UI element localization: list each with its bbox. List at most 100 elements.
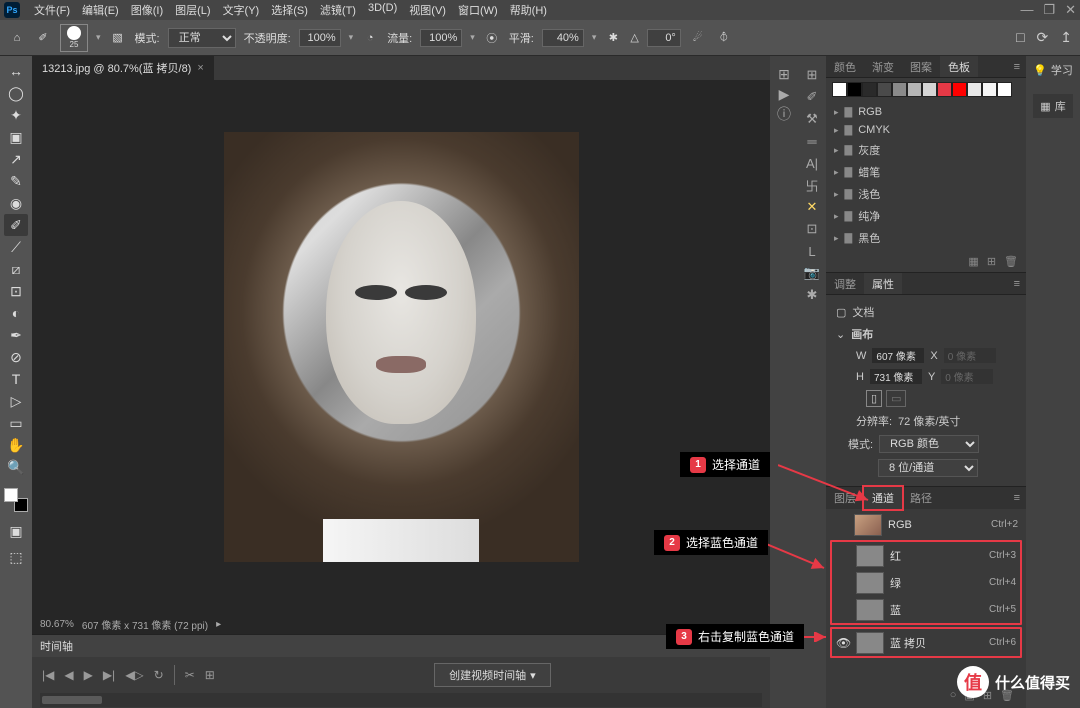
swatch-7[interactable] — [937, 82, 952, 97]
menu-编辑(E)[interactable]: 编辑(E) — [76, 0, 125, 20]
channel-绿[interactable]: 绿Ctrl+4 — [832, 569, 1020, 596]
color-tab-颜色[interactable]: 颜色 — [826, 56, 864, 77]
trash-icon[interactable]: 🗑 — [1004, 255, 1018, 268]
minimize-button[interactable]: — — [1020, 2, 1033, 18]
color-swatch[interactable] — [4, 488, 28, 512]
tl-ctrl-2[interactable]: ▶ — [84, 668, 93, 682]
swatch-11[interactable] — [997, 82, 1012, 97]
color-folder-灰度[interactable]: ▸▇灰度 — [832, 139, 1020, 161]
channel-蓝[interactable]: 蓝Ctrl+5 — [832, 596, 1020, 623]
tool-1[interactable]: ◯ — [4, 82, 28, 104]
tool-10[interactable]: ⊡ — [4, 280, 28, 302]
color-folder-黑色[interactable]: ▸▇黑色 — [832, 227, 1020, 249]
create-timeline-button[interactable]: 创建视频时间轴▾ — [434, 663, 551, 687]
tool-16[interactable]: ▭ — [4, 412, 28, 434]
tool-2[interactable]: ✦ — [4, 104, 28, 126]
home-icon[interactable]: ⌂ — [8, 29, 26, 47]
swatch-8[interactable] — [952, 82, 967, 97]
tl-ctrl-0[interactable]: |◀ — [42, 668, 54, 682]
tool-18[interactable]: 🔍 — [4, 456, 28, 478]
share-icon[interactable]: ↥ — [1060, 29, 1072, 46]
mtool-0[interactable]: ⊞ — [774, 64, 794, 84]
menu-滤镜(T)[interactable]: 滤镜(T) — [314, 0, 362, 20]
color-folder-浅色[interactable]: ▸▇浅色 — [832, 183, 1020, 205]
quickmask-icon[interactable]: ▣ — [4, 520, 28, 542]
layers-tab[interactable]: 图层 — [826, 487, 864, 509]
height-input[interactable] — [870, 369, 922, 384]
swatch-1[interactable] — [847, 82, 862, 97]
stool-8[interactable]: L — [801, 240, 823, 262]
brush-tool-icon[interactable]: ✐ — [34, 29, 52, 47]
stool-5[interactable]: 卐 — [801, 174, 823, 196]
menu-图层(L)[interactable]: 图层(L) — [169, 0, 216, 20]
ch-circle-icon[interactable]: ○ — [950, 689, 957, 702]
swatch-2[interactable] — [862, 82, 877, 97]
stool-3[interactable]: ═ — [801, 130, 823, 152]
color-tab-渐变[interactable]: 渐变 — [864, 56, 902, 77]
channel-blue-copy[interactable]: 👁蓝 拷贝Ctrl+6 — [832, 629, 1020, 656]
stool-4[interactable]: A| — [801, 152, 823, 174]
flow-input[interactable] — [420, 29, 462, 47]
color-folder-CMYK[interactable]: ▸▇CMYK — [832, 121, 1020, 139]
tool-9[interactable]: ⧄ — [4, 258, 28, 280]
tool-7[interactable]: ✐ — [4, 214, 28, 236]
doc-info[interactable]: 607 像素 x 731 像素 (72 ppi) — [82, 617, 208, 632]
zoom-level[interactable]: 80.67% — [40, 619, 74, 630]
menu-帮助(H)[interactable]: 帮助(H) — [504, 0, 553, 20]
tool-8[interactable]: ⟋ — [4, 236, 28, 258]
swatch-0[interactable] — [832, 82, 847, 97]
workspace-icon[interactable]: ⟳ — [1037, 29, 1049, 46]
tl-ctrl-1[interactable]: ◀ — [64, 668, 73, 682]
canvas-collapse-icon[interactable]: ⌄ — [836, 328, 845, 341]
stool-2[interactable]: ⚒ — [801, 108, 823, 130]
swatch-5[interactable] — [907, 82, 922, 97]
width-input[interactable] — [872, 348, 924, 363]
menu-窗口(W)[interactable]: 窗口(W) — [452, 0, 504, 20]
learn-button[interactable]: 💡学习 — [1033, 62, 1073, 78]
info-arrow-icon[interactable]: ▸ — [216, 619, 221, 630]
stool-6[interactable]: ✕ — [801, 196, 823, 218]
tool-0[interactable]: ↔ — [4, 60, 28, 82]
landscape-icon[interactable]: ▭ — [886, 390, 906, 407]
swatch-4[interactable] — [892, 82, 907, 97]
tool-11[interactable]: ◐ — [4, 302, 28, 324]
swatch-6[interactable] — [922, 82, 937, 97]
stool-1[interactable]: ✐ — [801, 86, 823, 108]
colormode-select[interactable]: RGB 颜色 — [879, 435, 979, 453]
properties-tab[interactable]: 属性 — [864, 273, 902, 294]
color-folder-纯净[interactable]: ▸▇纯净 — [832, 205, 1020, 227]
smooth-input[interactable] — [542, 29, 584, 47]
stool-10[interactable]: ✱ — [801, 284, 823, 306]
stool-0[interactable]: ⊞ — [801, 64, 823, 86]
close-button[interactable]: ✕ — [1065, 2, 1076, 18]
airbrush-icon[interactable]: ⦿ — [483, 29, 501, 47]
angle-input[interactable] — [647, 29, 681, 47]
color-tab-色板[interactable]: 色板 — [940, 56, 978, 77]
scissors-icon[interactable]: ✂ — [185, 668, 195, 682]
symmetry-icon[interactable]: ⦽ — [715, 29, 733, 47]
tool-5[interactable]: ✎ — [4, 170, 28, 192]
folder-icon[interactable]: ▦ — [968, 255, 978, 268]
mtool-2[interactable]: ⓘ — [774, 104, 794, 124]
tl-ctrl-3[interactable]: ▶| — [103, 668, 115, 682]
bitdepth-select[interactable]: 8 位/通道 — [878, 459, 978, 477]
foreground-color[interactable] — [4, 488, 18, 502]
tab-close-icon[interactable]: × — [197, 62, 203, 74]
tl-ctrl-4[interactable]: ◀▷ — [125, 668, 143, 682]
opacity-input[interactable] — [299, 29, 341, 47]
swatch-3[interactable] — [877, 82, 892, 97]
pressure-opacity-icon[interactable]: ◔ — [361, 29, 379, 47]
tool-15[interactable]: ▷ — [4, 390, 28, 412]
menu-3D(D)[interactable]: 3D(D) — [362, 0, 403, 20]
menu-文字(Y)[interactable]: 文字(Y) — [217, 0, 266, 20]
channels-tab[interactable]: 通道 — [864, 487, 902, 509]
mtool-1[interactable]: ▶ — [774, 84, 794, 104]
timeline-scrollbar[interactable] — [40, 693, 762, 707]
channel-rgb[interactable]: RGBCtrl+2 — [830, 511, 1022, 538]
color-folder-蜡笔[interactable]: ▸▇蜡笔 — [832, 161, 1020, 183]
color-folder-RGB[interactable]: ▸▇RGB — [832, 103, 1020, 121]
menu-图像(I)[interactable]: 图像(I) — [125, 0, 169, 20]
grid-icon[interactable]: ⊞ — [205, 668, 215, 682]
swatch-9[interactable] — [967, 82, 982, 97]
menu-视图(V)[interactable]: 视图(V) — [403, 0, 452, 20]
